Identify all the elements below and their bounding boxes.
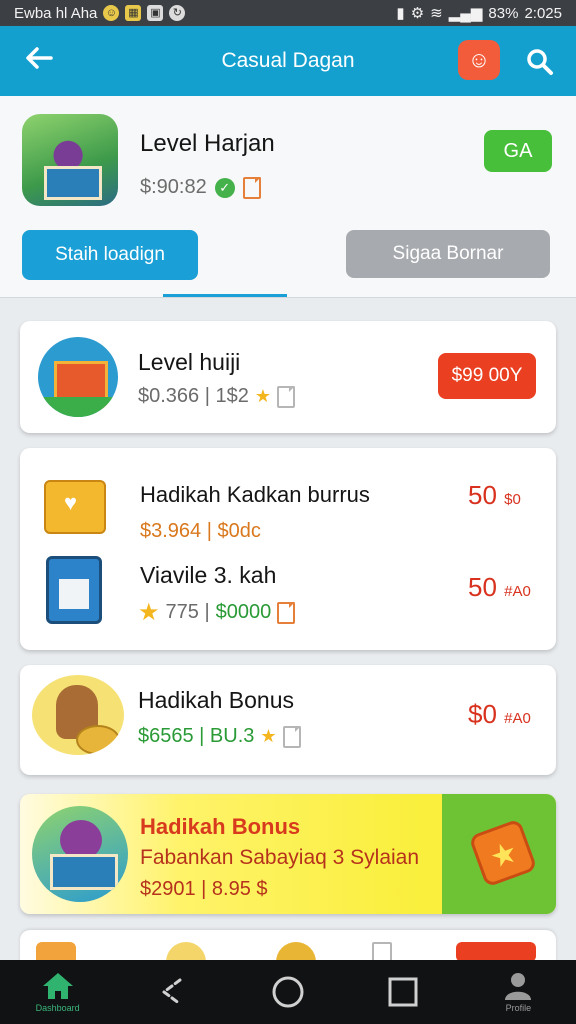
- app-bar: Casual Dagan ☺: [0, 26, 576, 96]
- item-subtitle: $3.964 | $0dc: [140, 520, 261, 543]
- app-header-card: Level Harjan $:90:82 ✓ GA Staih loadign …: [0, 96, 576, 298]
- sync-notification-icon: ↻: [169, 5, 186, 21]
- sign-banner-button[interactable]: Sigaa Bornar: [346, 230, 550, 278]
- item-subtitle-grey: 775 |: [165, 601, 210, 623]
- promo-banner[interactable]: Hadikah Bonus Fabankan Sabayiaq 3 Sylaia…: [20, 794, 556, 914]
- status-bar: Ewba hl Aha ☺ ▦ ▣ ↻ ▮ ⚙ ≋ ▂▄▆ 83% 2:025: [0, 0, 576, 26]
- game-notification-icon: ▦: [125, 5, 142, 21]
- item-subtitle-label: $6565 | BU.3: [138, 725, 255, 747]
- item-price-value: 50: [468, 480, 497, 510]
- treasure-box-icon: [40, 462, 106, 534]
- nav-profile[interactable]: Profile: [478, 962, 558, 1022]
- item-title: Hadikah Bonus: [138, 687, 294, 713]
- buy-price-button[interactable]: $99 00Y: [438, 353, 536, 399]
- signal-icon: ▂▄▆: [448, 5, 483, 22]
- app-price: $:90:82 ✓: [140, 176, 261, 199]
- list-group: Hadikah Kadkan burrus $3.964 | $0dc 50 $…: [20, 448, 556, 650]
- list-item[interactable]: Level huiji $0.366 | 1$2 ★ $99 00Y: [20, 321, 556, 433]
- promo-title: Hadikah Bonus: [140, 814, 301, 839]
- nav-profile-label: Profile: [505, 1003, 532, 1013]
- promo-price: $2901 | 8.95 $: [140, 878, 268, 900]
- back-gesture-icon: [161, 978, 182, 1006]
- brand-app-icon: ☺: [467, 47, 491, 72]
- item-subtitle: ★ 775 | $0000: [138, 598, 296, 627]
- verified-check-icon: ✓: [214, 177, 235, 198]
- star-icon: ★: [260, 726, 277, 746]
- promo-subtitle: Fabankan Sabayiaq 3 Sylaian: [140, 846, 420, 869]
- document-icon: [277, 385, 295, 408]
- item-price-suffix: $0: [504, 491, 521, 508]
- cat-coins-icon: [32, 675, 124, 755]
- item-price-suffix: #A0: [504, 710, 531, 727]
- nav-home[interactable]: Dashboard: [18, 962, 98, 1022]
- item-subtitle: $6565 | BU.3 ★: [138, 725, 301, 748]
- nav-home-label: Dashboard: [35, 1003, 80, 1013]
- item-price[interactable]: 50 $0: [468, 480, 521, 511]
- nav-home-circle[interactable]: [248, 962, 328, 1022]
- wifi-icon: ≋: [430, 5, 443, 22]
- lock-icon: ▮: [396, 5, 405, 22]
- status-left: Ewba hl Aha ☺ ▦ ▣ ↻: [14, 4, 186, 22]
- item-subtitle-label: $0.366 | 1$2: [138, 385, 249, 407]
- nav-back[interactable]: [133, 962, 213, 1022]
- circle-icon: [272, 976, 304, 1008]
- item-price-value: 50: [468, 572, 497, 602]
- carrier-label: Ewba hl Aha: [14, 4, 98, 22]
- search-button[interactable]: [522, 44, 558, 80]
- settings-icon: ⚙: [410, 5, 425, 22]
- gallery-notification-icon: ▣: [147, 5, 164, 21]
- ga-button[interactable]: GA: [484, 130, 552, 172]
- emoji-notification-icon: ☺: [103, 5, 120, 21]
- item-title: Viavile 3. kah: [140, 562, 277, 588]
- document-icon: [282, 725, 301, 748]
- app-name: Level Harjan: [140, 130, 275, 157]
- person-icon: [505, 973, 532, 1000]
- item-title: Hadikah Kadkan burrus: [140, 482, 370, 507]
- item-subtitle: $0.366 | 1$2 ★: [138, 385, 295, 408]
- item-title: Level huiji: [138, 349, 241, 375]
- item-price-value: $0: [468, 699, 497, 729]
- brand-app-button[interactable]: ☺: [458, 40, 500, 80]
- start-loading-button[interactable]: Staih loadign: [22, 230, 198, 280]
- arrow-left-icon: [26, 47, 53, 69]
- gift-box-icon: [38, 337, 118, 417]
- home-icon: [42, 973, 73, 999]
- star-icon: ★: [138, 599, 160, 626]
- item-subtitle-green: $0000: [215, 601, 272, 623]
- battery-label: 83%: [488, 4, 519, 22]
- item-price[interactable]: $0 #A0: [468, 699, 531, 730]
- bottom-navigation: Dashboard Profile: [0, 960, 576, 1024]
- search-icon: [527, 49, 553, 75]
- document-icon: [242, 176, 261, 199]
- app-title: Casual Dagan: [221, 49, 355, 72]
- promo-character-icon: [32, 806, 128, 902]
- buy-price-button[interactable]: [456, 942, 536, 962]
- clock-label: 2:025: [524, 4, 562, 22]
- item-price[interactable]: 50 #A0: [468, 572, 531, 603]
- item-subtitle-label: $3.964 | $0dc: [140, 520, 261, 542]
- star-icon: ★: [254, 386, 271, 406]
- square-icon: [388, 977, 418, 1007]
- item-price-suffix: #A0: [504, 583, 531, 600]
- app-thumbnail-icon: [22, 114, 118, 206]
- back-button[interactable]: [20, 42, 58, 80]
- tab-indicator: [163, 294, 287, 297]
- document-icon: [277, 601, 296, 624]
- status-right: ▮ ⚙ ≋ ▂▄▆ 83% 2:025: [396, 4, 562, 23]
- app-price-label: $:90:82: [140, 176, 207, 198]
- list-item[interactable]: Hadikah Bonus $6565 | BU.3 ★ $0 #A0: [20, 665, 556, 775]
- vending-machine-icon: [46, 556, 102, 624]
- nav-recents[interactable]: [363, 962, 443, 1022]
